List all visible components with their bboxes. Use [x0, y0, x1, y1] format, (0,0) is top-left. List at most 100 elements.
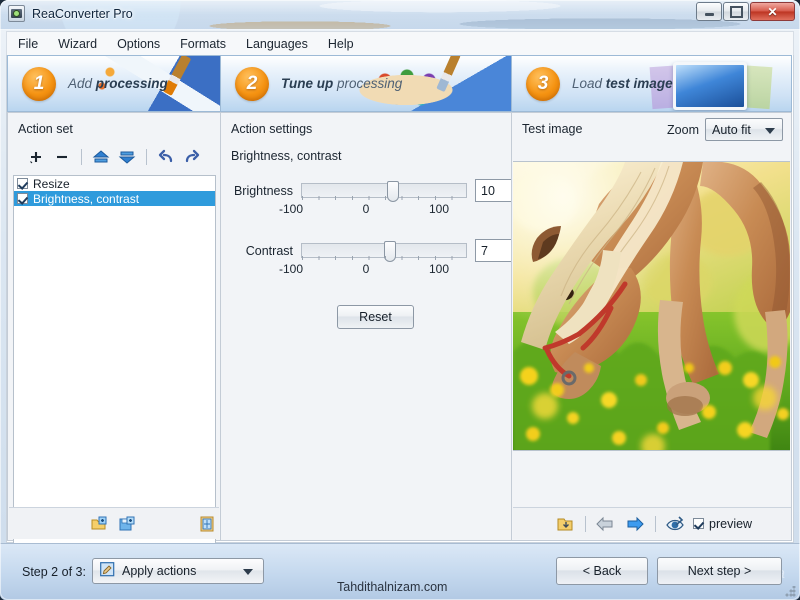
undo-button[interactable]: [156, 147, 176, 167]
brightness-ticks: [302, 196, 468, 200]
action-set-panel: Action set Resize Brightness, contrast: [7, 112, 221, 570]
menu-item-file[interactable]: File: [17, 35, 39, 53]
list-item[interactable]: Brightness, contrast: [14, 191, 215, 206]
contrast-scale: -100 0 100: [279, 262, 449, 276]
test-image-title: Test image: [522, 122, 583, 136]
panels-row: Action set Resize Brightness, contrast A…: [7, 112, 793, 570]
preview-checkbox-label: preview: [709, 516, 753, 531]
content-area: 1 Add processing 2 Tune up processing 3 …: [6, 55, 794, 570]
list-item[interactable]: Resize: [14, 176, 215, 191]
monitor-icon: [673, 62, 747, 110]
move-up-button[interactable]: [91, 147, 111, 167]
menu-item-options[interactable]: Options: [116, 35, 161, 53]
menu-bar: File Wizard Options Formats Languages He…: [6, 31, 794, 55]
step-label-2: Tune up processing: [281, 76, 402, 91]
toolbar-separator-4: [655, 515, 656, 532]
resize-grip[interactable]: [785, 586, 796, 597]
menu-item-help[interactable]: Help: [327, 35, 355, 53]
previous-image-icon[interactable]: [595, 514, 615, 534]
brightness-min-label: -100: [279, 202, 304, 216]
save-action-set-icon[interactable]: [117, 514, 137, 534]
action-label: Brightness, contrast: [33, 191, 140, 206]
brightness-mid-label: 0: [362, 202, 370, 216]
application-window: ReaConverter Pro ✕ File Wizard Options F…: [0, 0, 800, 600]
toolbar-separator-3: [585, 515, 586, 532]
minimize-button[interactable]: [696, 2, 722, 21]
remove-action-button[interactable]: [52, 147, 72, 167]
back-button[interactable]: < Back: [556, 557, 648, 585]
step-label-2-emphasis: Tune up: [281, 76, 337, 91]
next-step-button[interactable]: Next step >: [657, 557, 782, 585]
apply-actions-select[interactable]: Apply actions: [92, 558, 264, 584]
step-label-1: Add processing: [68, 76, 168, 91]
action-set-properties-icon[interactable]: [197, 514, 217, 534]
action-settings-title: Action settings: [231, 122, 313, 136]
window-controls: ✕: [696, 2, 795, 21]
contrast-label: Contrast: [245, 243, 293, 258]
action-checkbox[interactable]: [17, 178, 28, 189]
action-settings-subtitle: Brightness, contrast: [231, 149, 342, 163]
maximize-button[interactable]: [723, 2, 749, 21]
close-button[interactable]: ✕: [750, 2, 795, 21]
edit-pencil-icon: [100, 562, 115, 580]
step-label-3-emphasis: test image: [605, 76, 673, 91]
contrast-max-label: 100: [428, 262, 449, 276]
chevron-down-icon: [765, 128, 775, 134]
step-label-3-prefix: Load: [572, 76, 606, 91]
photo-back-right: [735, 64, 773, 110]
brightness-scale: -100 0 100: [279, 202, 449, 216]
step-label-2-suffix: processing: [337, 76, 403, 91]
menu-item-wizard[interactable]: Wizard: [57, 35, 98, 53]
zoom-select[interactable]: Auto fit: [705, 118, 783, 141]
add-action-button[interactable]: [26, 147, 46, 167]
zoom-select-value: Auto fit: [712, 122, 751, 137]
eye-preview-icon[interactable]: [665, 514, 685, 534]
zoom-label: Zoom: [667, 123, 699, 137]
step-label-3: Load test image: [572, 76, 673, 91]
step-indicator: Step 2 of 3:: [22, 565, 86, 579]
app-icon: [8, 5, 25, 22]
next-image-icon[interactable]: [625, 514, 645, 534]
toolbar-separator-2: [146, 148, 147, 165]
test-image-bottom-toolbar: preview: [513, 507, 791, 539]
preview-checkbox[interactable]: [693, 518, 704, 529]
window-title: ReaConverter Pro: [32, 6, 133, 21]
step-number-3: 3: [526, 66, 560, 101]
load-action-set-icon[interactable]: [89, 514, 109, 534]
step-banner-row: 1 Add processing 2 Tune up processing 3 …: [7, 55, 793, 112]
step-banner-2[interactable]: 2 Tune up processing: [220, 55, 512, 112]
action-set-title: Action set: [18, 122, 73, 136]
brightness-max-label: 100: [428, 202, 449, 216]
contrast-ticks: [302, 256, 468, 260]
title-bar: ReaConverter Pro ✕: [0, 0, 800, 30]
contrast-mid-label: 0: [362, 262, 370, 276]
step-banner-3[interactable]: 3 Load test image: [511, 55, 792, 112]
contrast-min-label: -100: [279, 262, 304, 276]
action-checkbox[interactable]: [17, 193, 28, 204]
redo-button[interactable]: [182, 147, 202, 167]
chevron-down-icon: [243, 569, 253, 575]
action-set-toolbar: [8, 143, 220, 170]
open-test-image-icon[interactable]: [555, 514, 575, 534]
brightness-label: Brightness: [233, 183, 293, 198]
step-number-2: 2: [235, 66, 269, 101]
menu-item-formats[interactable]: Formats: [179, 35, 227, 53]
brightness-value-input[interactable]: 10: [475, 179, 513, 202]
toolbar-separator-1: [81, 148, 82, 165]
step-number-1: 1: [22, 66, 56, 101]
menu-item-languages[interactable]: Languages: [245, 35, 309, 53]
title-bar-left: ReaConverter Pro: [8, 5, 133, 22]
test-image-preview[interactable]: [513, 161, 790, 451]
apply-actions-value: Apply actions: [122, 564, 197, 578]
step-banner-1[interactable]: 1 Add processing: [7, 55, 221, 112]
step-label-1-emphasis: processing: [95, 76, 168, 91]
action-label: Resize: [33, 176, 70, 191]
step-label-1-prefix: Add: [68, 76, 96, 91]
move-down-button[interactable]: [117, 147, 137, 167]
footer-bar: Step 2 of 3: Apply actions Tahdithalniza…: [0, 543, 800, 600]
action-set-bottom-toolbar: [9, 507, 219, 539]
contrast-value-input[interactable]: 7: [475, 239, 513, 262]
site-watermark: Tahdithalnizam.com: [337, 580, 448, 594]
test-image-panel: Test image Zoom Auto fit preview: [511, 112, 792, 541]
reset-button[interactable]: Reset: [337, 305, 414, 329]
